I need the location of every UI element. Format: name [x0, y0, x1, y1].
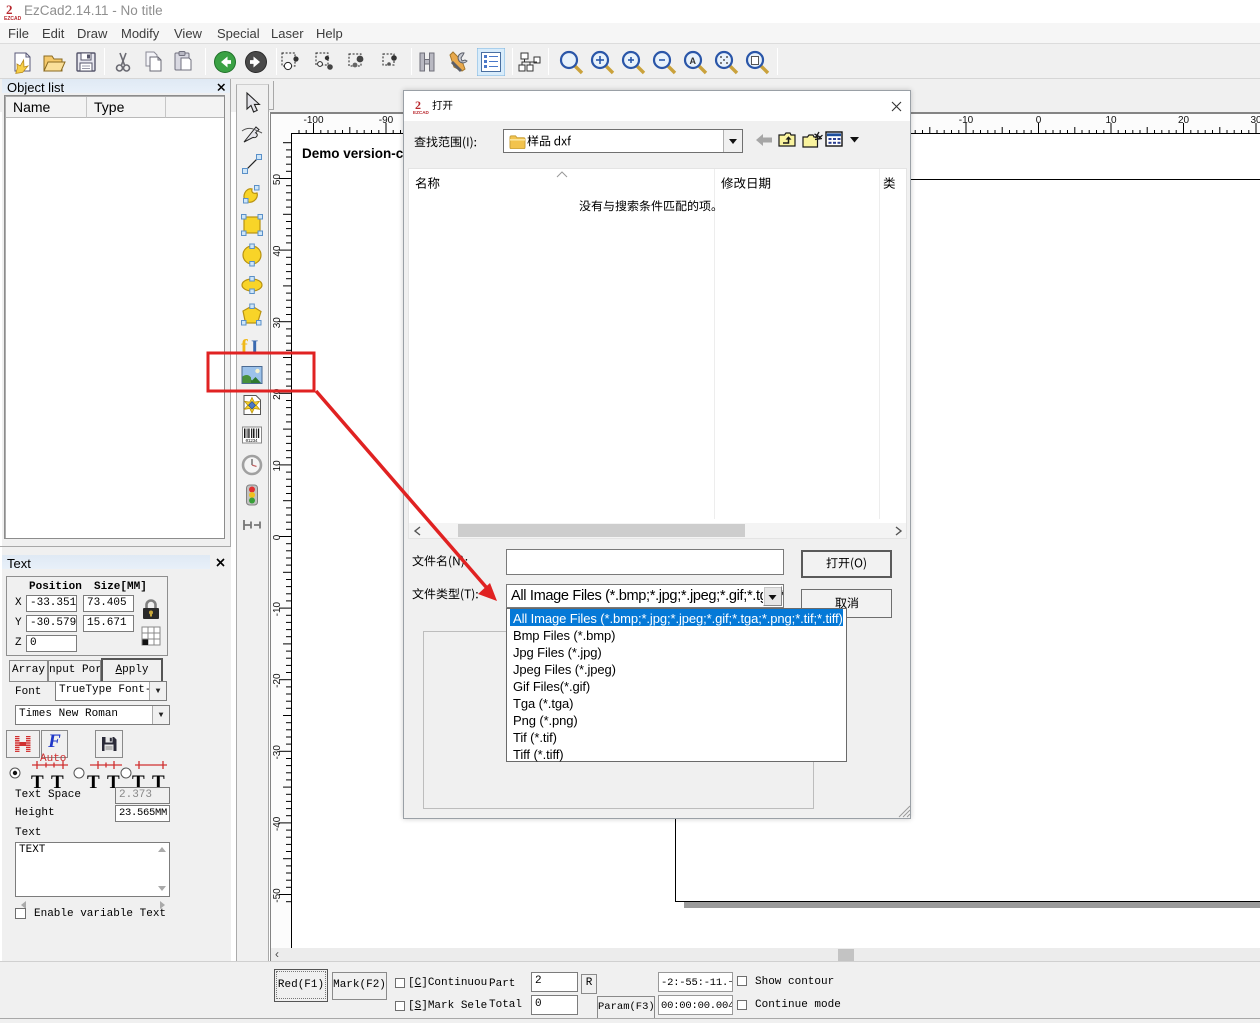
svg-text:-40: -40	[272, 816, 283, 831]
svg-text:40: 40	[272, 245, 283, 257]
svg-text:2: 2	[6, 2, 13, 17]
svg-text:T: T	[31, 772, 44, 790]
svg-text:T: T	[87, 772, 100, 790]
svg-text:I: I	[251, 337, 258, 357]
svg-text:-10: -10	[272, 601, 283, 616]
svg-text:-50: -50	[272, 888, 283, 903]
svg-text:0: 0	[272, 534, 283, 540]
svg-text:-10: -10	[959, 115, 974, 126]
svg-text:10: 10	[1105, 115, 1117, 126]
svg-text:T: T	[51, 772, 64, 790]
svg-text:01234: 01234	[246, 438, 258, 444]
svg-text:f: f	[241, 336, 248, 357]
svg-text:30: 30	[272, 317, 283, 329]
svg-text:A: A	[690, 56, 697, 66]
svg-text:-20: -20	[272, 673, 283, 688]
svg-text:-30: -30	[272, 745, 283, 760]
svg-text:-90: -90	[379, 115, 394, 126]
svg-text:50: 50	[272, 174, 283, 186]
svg-text:EZCAD: EZCAD	[413, 110, 429, 115]
svg-text:10: 10	[272, 460, 283, 472]
svg-text:-100: -100	[303, 115, 323, 126]
svg-text:0: 0	[1036, 115, 1042, 126]
svg-text:30: 30	[1250, 115, 1260, 126]
svg-text:20: 20	[1178, 115, 1190, 126]
svg-text:EZCAD: EZCAD	[4, 16, 21, 21]
svg-text:20: 20	[272, 388, 283, 400]
